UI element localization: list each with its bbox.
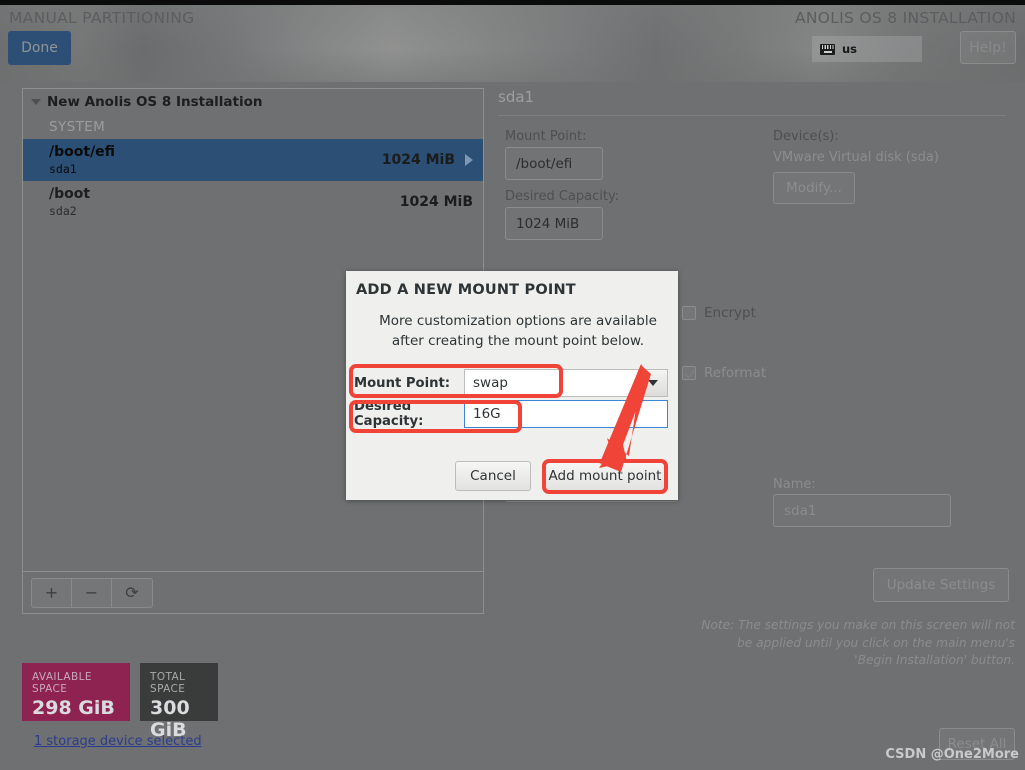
encrypt-checkbox[interactable] xyxy=(682,306,696,320)
dialog-add-mount-point-button[interactable]: Add mount point xyxy=(543,461,667,491)
partition-row-boot[interactable]: /boot sda2 1024 MiB xyxy=(23,181,483,223)
desired-capacity-label: Desired Capacity: xyxy=(505,189,620,204)
dialog-mount-point-label: Mount Point: xyxy=(354,375,451,391)
help-button-label: Help! xyxy=(969,39,1007,56)
available-space-caption: AVAILABLE SPACE xyxy=(32,671,92,695)
name-label: Name: xyxy=(773,477,816,492)
modify-devices-label: Modify... xyxy=(786,180,842,196)
partition-size: 1024 MiB xyxy=(381,152,455,168)
watermark: CSDN @One2More xyxy=(885,747,1019,762)
dialog-mount-point-combo[interactable]: swap xyxy=(464,369,668,397)
dialog-title: ADD A NEW MOUNT POINT xyxy=(356,282,576,298)
done-button[interactable]: Done xyxy=(8,31,71,65)
update-settings-label: Update Settings xyxy=(886,577,996,593)
chevron-down-icon xyxy=(31,99,41,105)
devices-label: Device(s): xyxy=(773,129,839,144)
screen-top-edge xyxy=(0,0,1025,5)
page-title: MANUAL PARTITIONING xyxy=(9,9,195,27)
help-button[interactable]: Help! xyxy=(960,31,1016,64)
partition-mount-point: /boot xyxy=(49,186,91,203)
refresh-partitions-button[interactable]: ⟳ xyxy=(112,578,152,607)
partition-row-boot-efi[interactable]: /boot/efi sda1 1024 MiB xyxy=(23,139,483,181)
chevron-right-icon xyxy=(465,154,473,166)
dialog-capacity-row: Desired Capacity: xyxy=(346,399,456,429)
dialog-mount-point-input[interactable]: swap xyxy=(464,369,638,397)
dialog-desired-capacity-input[interactable]: 16G xyxy=(464,400,668,428)
partition-mount-point: /boot/efi xyxy=(49,144,116,161)
encrypt-checkbox-row[interactable]: Encrypt xyxy=(682,305,756,321)
partition-group-label: SYSTEM xyxy=(49,119,106,135)
settings-note: Note: The settings you make on this scre… xyxy=(701,618,1015,668)
chevron-down-icon xyxy=(648,380,658,386)
reformat-label: Reformat xyxy=(704,365,767,381)
devices-value: VMware Virtual disk (sda) xyxy=(773,150,939,165)
dialog-cancel-label: Cancel xyxy=(470,468,516,484)
partition-device-name: sda2 xyxy=(49,203,77,218)
encrypt-label: Encrypt xyxy=(704,305,756,321)
dialog-cancel-button[interactable]: Cancel xyxy=(455,461,531,491)
partition-toolbar: + − ⟳ xyxy=(23,571,483,613)
available-space-box: AVAILABLE SPACE 298 GiB xyxy=(22,663,130,721)
dialog-add-mount-point-label: Add mount point xyxy=(548,468,662,484)
reformat-checkbox[interactable] xyxy=(682,366,696,380)
space-summary: AVAILABLE SPACE 298 GiB TOTAL SPACE 300 … xyxy=(22,663,218,741)
refresh-icon: ⟳ xyxy=(125,583,139,602)
keyboard-icon xyxy=(820,43,835,55)
add-mount-point-dialog: ADD A NEW MOUNT POINT More customization… xyxy=(346,271,678,500)
remove-partition-button[interactable]: − xyxy=(72,578,112,607)
dialog-mount-point-row: Mount Point: xyxy=(346,369,456,397)
done-button-label: Done xyxy=(21,40,58,56)
reformat-checkbox-row[interactable]: Reformat xyxy=(682,365,766,381)
minus-icon: − xyxy=(84,583,99,602)
name-input[interactable]: sda1 xyxy=(773,494,951,527)
update-settings-button[interactable]: Update Settings xyxy=(873,568,1009,602)
total-space-box: TOTAL SPACE 300 GiB xyxy=(140,663,218,741)
installer-screen: MANUAL PARTITIONING ANOLIS OS 8 INSTALLA… xyxy=(0,0,1025,770)
dialog-subtitle: More customization options are available… xyxy=(379,313,657,349)
mount-point-input[interactable]: /boot/efi xyxy=(505,147,603,180)
keyboard-layout-label: us xyxy=(842,42,858,56)
keyboard-layout-indicator[interactable]: us xyxy=(812,36,922,62)
dialog-mount-point-dropdown-button[interactable] xyxy=(638,369,668,397)
divider xyxy=(498,115,1006,116)
partition-size: 1024 MiB xyxy=(399,194,473,210)
selected-device-title: sda1 xyxy=(498,88,535,106)
dialog-desired-capacity-label: Desired Capacity: xyxy=(354,399,424,429)
total-space-caption: TOTAL SPACE xyxy=(150,671,186,695)
installation-tree-root[interactable]: New Anolis OS 8 Installation xyxy=(23,89,483,115)
desired-capacity-input[interactable]: 1024 MiB xyxy=(505,207,603,240)
plus-icon: + xyxy=(44,583,59,602)
modify-devices-button[interactable]: Modify... xyxy=(773,172,855,204)
installation-tree-root-label: New Anolis OS 8 Installation xyxy=(47,94,263,110)
partition-device-name: sda1 xyxy=(49,161,77,176)
add-partition-button[interactable]: + xyxy=(32,578,72,607)
mount-point-label: Mount Point: xyxy=(505,129,587,144)
storage-device-link[interactable]: 1 storage device selected xyxy=(34,734,202,749)
product-title: ANOLIS OS 8 INSTALLATION xyxy=(794,9,1016,27)
available-space-value: 298 GiB xyxy=(32,697,115,719)
